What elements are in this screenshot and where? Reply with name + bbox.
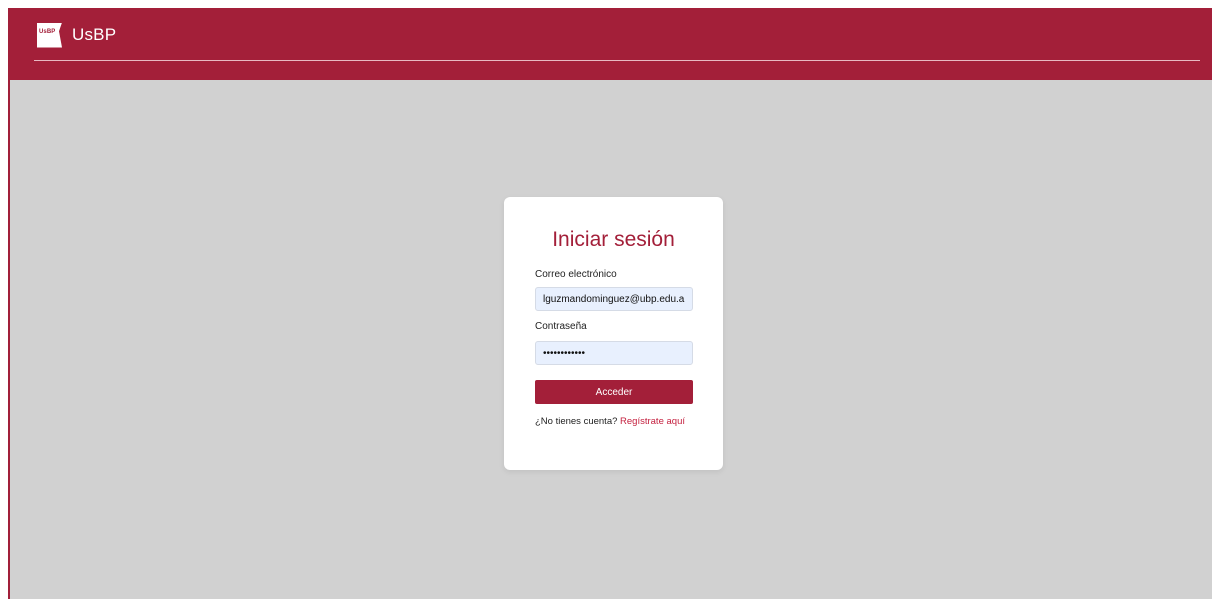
- app-frame: UsBP UsBP Iniciar sesión Correo electrón…: [8, 8, 1212, 599]
- navbar-divider: [34, 60, 1200, 61]
- brand-name: UsBP: [72, 25, 117, 44]
- password-field[interactable]: [535, 341, 693, 365]
- logo-text: UsBP: [39, 28, 56, 35]
- signup-row: ¿No tienes cuenta? Regístrate aquí: [535, 416, 685, 427]
- brand[interactable]: UsBP UsBP: [37, 22, 116, 48]
- signup-link[interactable]: Regístrate aquí: [620, 416, 685, 427]
- email-label: Correo electrónico: [535, 269, 617, 280]
- top-navbar: UsBP UsBP: [10, 8, 1212, 80]
- login-title: Iniciar sesión: [552, 228, 675, 251]
- signup-prompt: ¿No tienes cuenta?: [535, 416, 618, 427]
- email-field[interactable]: [535, 287, 693, 311]
- login-button[interactable]: Acceder: [535, 380, 693, 404]
- login-card: Iniciar sesión Correo electrónico Contra…: [504, 197, 723, 470]
- usbp-logo-icon: UsBP: [37, 22, 62, 48]
- password-label: Contraseña: [535, 321, 587, 332]
